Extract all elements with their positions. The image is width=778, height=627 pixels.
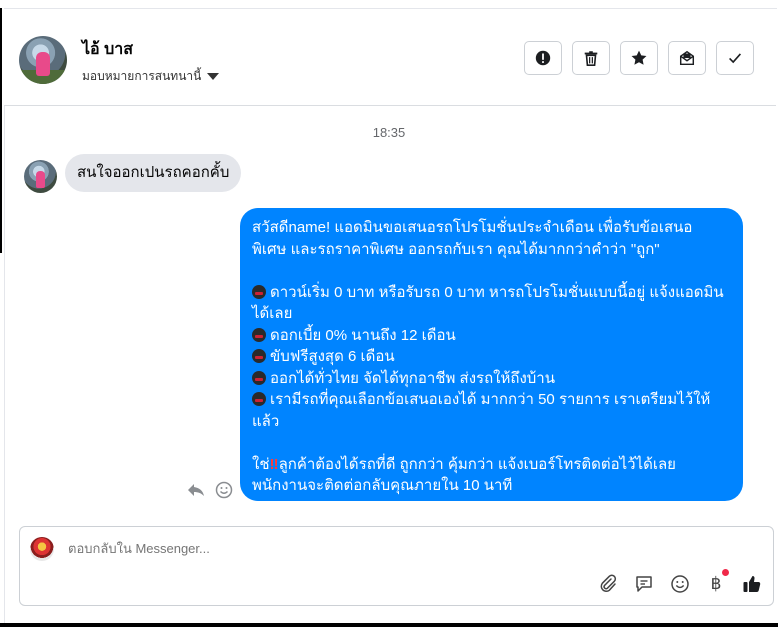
paperclip-icon <box>600 574 617 593</box>
car-emoji-icon <box>252 284 266 299</box>
message-line: ใช่‼ลูกค้าต้องได้รถที่ดี ถูกกว่า คุ้มกว่… <box>252 455 676 473</box>
message-actions <box>186 480 234 500</box>
star-button[interactable] <box>620 41 658 75</box>
saved-replies-button[interactable] <box>633 573 655 595</box>
star-icon <box>631 50 647 65</box>
page-avatar <box>30 537 54 561</box>
message-line: พิเศษ และรถราคาพิเศษ ออกรถกับเรา คุณได้ม… <box>252 240 660 258</box>
window-bottom-edge <box>0 623 778 627</box>
saved-replies-icon <box>636 576 652 592</box>
car-emoji-icon <box>252 327 266 342</box>
contact-avatar[interactable] <box>19 36 67 84</box>
payment-button[interactable]: ฿ <box>705 569 729 595</box>
message-line: เรามีรถที่คุณเลือกข้อเสนอเองได้ มากกว่า … <box>252 389 731 411</box>
message-line: ดาวน์เริ่ม 0 บาท หรือรับรถ 0 บาท หารถโปร… <box>252 282 731 304</box>
thumbs-up-icon <box>743 576 761 592</box>
contact-name[interactable]: ไอ้ บาส <box>82 37 133 62</box>
attach-button[interactable] <box>597 573 619 595</box>
message-line: ออกได้ทั่วไทย จัดได้ทุกอาชีพ ส่งรถให้ถึง… <box>252 368 731 390</box>
message-composer: ฿ <box>19 526 774 606</box>
like-button[interactable] <box>741 573 763 595</box>
sent-message-bubble[interactable]: สวัสดีname! แอดมินขอเสนอรถโปรโมชั่นประจำ… <box>240 208 743 501</box>
notification-dot <box>722 569 729 576</box>
mark-done-button[interactable] <box>716 41 754 75</box>
trash-icon <box>584 51 598 67</box>
message-line: แล้ว <box>252 412 280 430</box>
conversation-header: ไอ้ บาส มอบหมายการสนทนานี้ <box>4 9 776 106</box>
sender-avatar <box>24 160 57 193</box>
report-button[interactable] <box>524 41 562 75</box>
emoji-icon <box>671 575 689 593</box>
delete-button[interactable] <box>572 41 610 75</box>
car-emoji-icon <box>252 349 266 363</box>
car-emoji-icon <box>252 392 266 406</box>
car-emoji-icon <box>252 370 266 385</box>
message-line: พนักงานจะติดต่อกลับคุณภายใน 10 นาที <box>252 477 513 494</box>
reply-icon[interactable] <box>186 480 206 500</box>
baht-icon: ฿ <box>710 574 722 594</box>
smiley-icon[interactable] <box>214 480 234 500</box>
reply-input[interactable] <box>68 541 568 556</box>
message-line: สวัสดีname! แอดมินขอเสนอรถโปรโมชั่นประจำ… <box>252 219 693 236</box>
mark-unread-button[interactable] <box>668 41 706 75</box>
assign-label: มอบหมายการสนทนานี้ <box>82 69 202 83</box>
double-exclamation-icon: ‼ <box>269 455 279 473</box>
check-icon <box>729 53 742 64</box>
caret-down-icon <box>207 73 220 80</box>
received-message-bubble[interactable]: สนใจออกเปนรถคอกคั้บ <box>65 154 242 192</box>
message-line: ได้เลย <box>252 305 293 322</box>
assign-conversation-dropdown[interactable]: มอบหมายการสนทนานี้ <box>82 67 220 86</box>
message-timestamp: 18:35 <box>372 125 406 140</box>
emoji-button[interactable] <box>669 573 691 595</box>
message-line: ขับฟรีสูงสุด 6 เดือน <box>252 346 731 368</box>
exclamation-circle-icon <box>535 50 551 66</box>
envelope-icon <box>679 50 695 66</box>
composer-toolbar: ฿ <box>597 569 763 595</box>
message-line: ดอกเบี้ย 0% นานถึง 12 เดือน <box>252 325 731 347</box>
